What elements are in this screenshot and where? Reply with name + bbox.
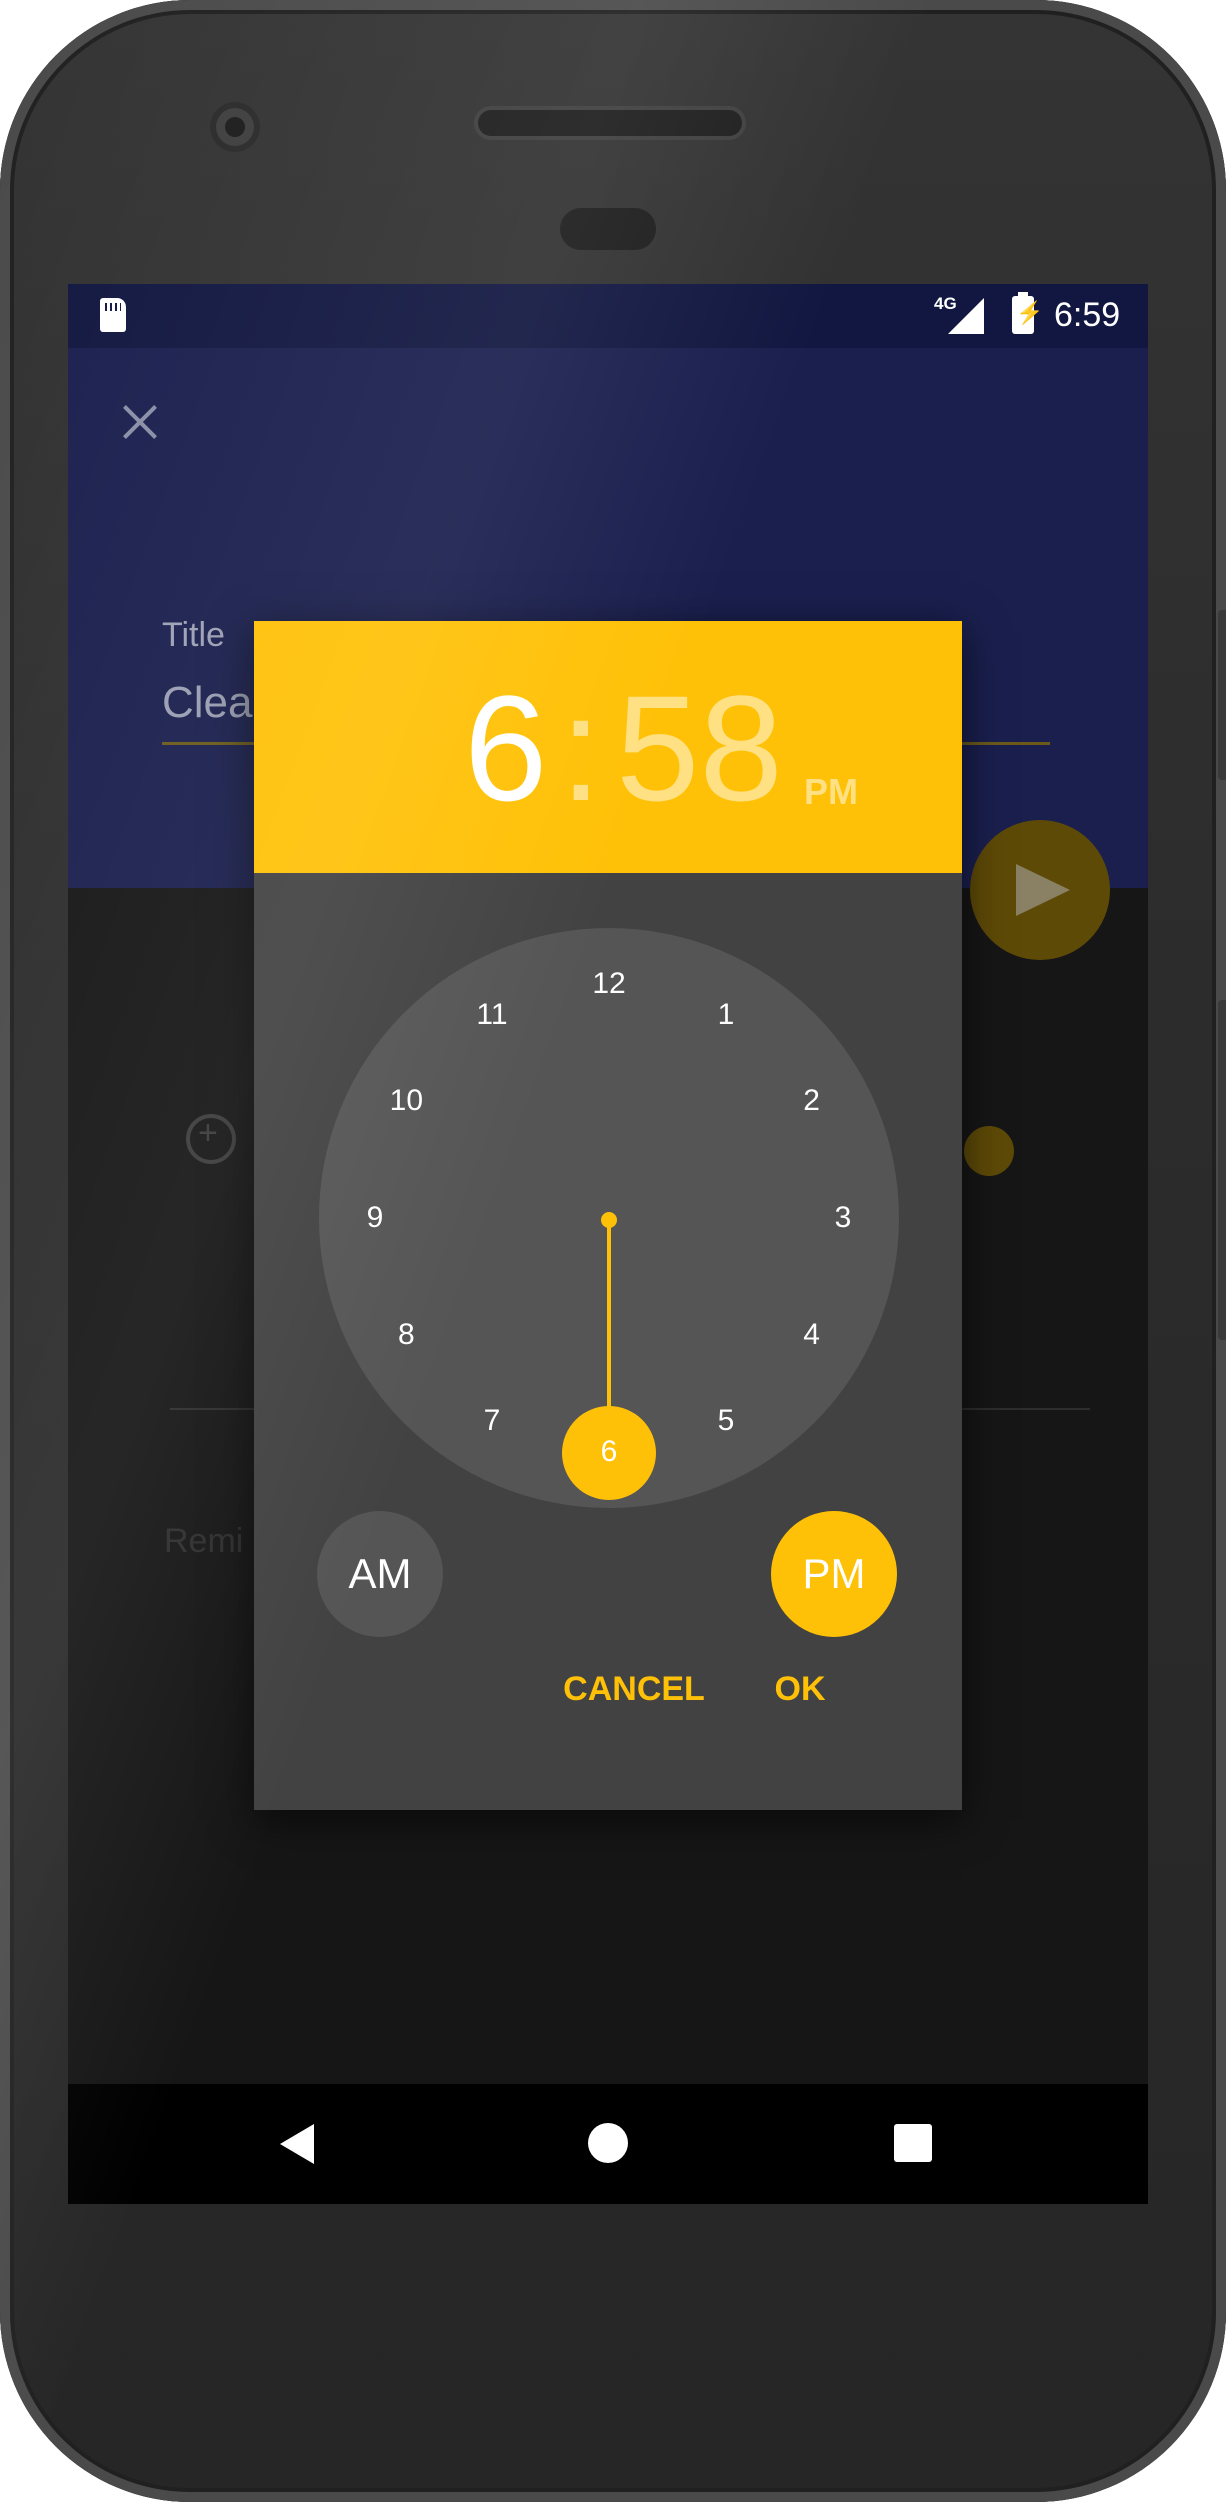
dial-number-11[interactable]: 11 <box>462 995 522 1035</box>
screen: 4G ⚡ 6:59 Title Clea M Remi 6 : <box>68 284 1148 2204</box>
dial-number-1[interactable]: 1 <box>696 995 756 1035</box>
clock-hand <box>607 1218 611 1452</box>
title-input[interactable]: Clea <box>162 678 253 728</box>
ok-button[interactable]: OK <box>750 1653 850 1725</box>
header-minute[interactable]: 58 <box>616 673 783 823</box>
proximity-sensor <box>560 208 656 250</box>
send-icon <box>1016 864 1070 916</box>
navigation-bar <box>68 2084 1148 2204</box>
pm-button[interactable]: PM <box>771 1511 897 1637</box>
am-button[interactable]: AM <box>317 1511 443 1637</box>
reminder-label: Remi <box>164 1522 244 1560</box>
front-camera <box>210 102 260 152</box>
dial-number-3[interactable]: 3 <box>813 1198 873 1238</box>
signal-icon <box>948 298 984 334</box>
dial-number-7[interactable]: 7 <box>462 1401 522 1441</box>
power-button <box>1218 610 1226 780</box>
clock-dial[interactable]: 12 1 2 3 4 5 6 7 8 9 10 11 <box>319 928 899 1508</box>
home-icon[interactable] <box>588 2123 628 2163</box>
dial-number-10[interactable]: 10 <box>376 1081 436 1121</box>
dial-number-4[interactable]: 4 <box>782 1315 842 1355</box>
header-period: PM <box>804 771 858 812</box>
recents-icon[interactable] <box>894 2124 932 2162</box>
status-time: 6:59 <box>1054 296 1121 334</box>
header-separator: : <box>560 664 602 832</box>
dial-number-2[interactable]: 2 <box>782 1081 842 1121</box>
time-picker-dialog: 6 : 58 PM 12 1 2 3 4 5 6 7 8 9 10 11 AM PM CANCEL O… <box>254 621 962 1810</box>
status-bar: 4G ⚡ 6:59 <box>68 284 1148 348</box>
volume-button <box>1218 1000 1226 1340</box>
dial-number-9[interactable]: 9 <box>345 1198 405 1238</box>
earpiece-speaker <box>478 110 742 136</box>
close-icon[interactable] <box>118 400 162 444</box>
back-icon[interactable] <box>280 2124 314 2164</box>
dial-number-8[interactable]: 8 <box>376 1315 436 1355</box>
battery-charging-icon: ⚡ <box>1012 292 1043 334</box>
dial-number-12[interactable]: 12 <box>579 964 639 1004</box>
title-label: Title <box>162 616 225 654</box>
header-hour[interactable]: 6 <box>464 673 547 823</box>
dial-number-5[interactable]: 5 <box>696 1401 756 1441</box>
reminder-toggle[interactable] <box>964 1126 1014 1176</box>
sd-card-icon <box>100 298 126 332</box>
send-fab[interactable] <box>970 820 1110 960</box>
alarm-add-icon <box>186 1114 236 1164</box>
cancel-button[interactable]: CANCEL <box>554 1653 714 1725</box>
dial-number-6[interactable]: 6 <box>579 1432 639 1472</box>
clock-center <box>601 1212 617 1228</box>
time-picker-header: 6 : 58 PM <box>254 621 962 873</box>
phone-frame: 4G ⚡ 6:59 Title Clea M Remi 6 : <box>0 0 1226 2502</box>
